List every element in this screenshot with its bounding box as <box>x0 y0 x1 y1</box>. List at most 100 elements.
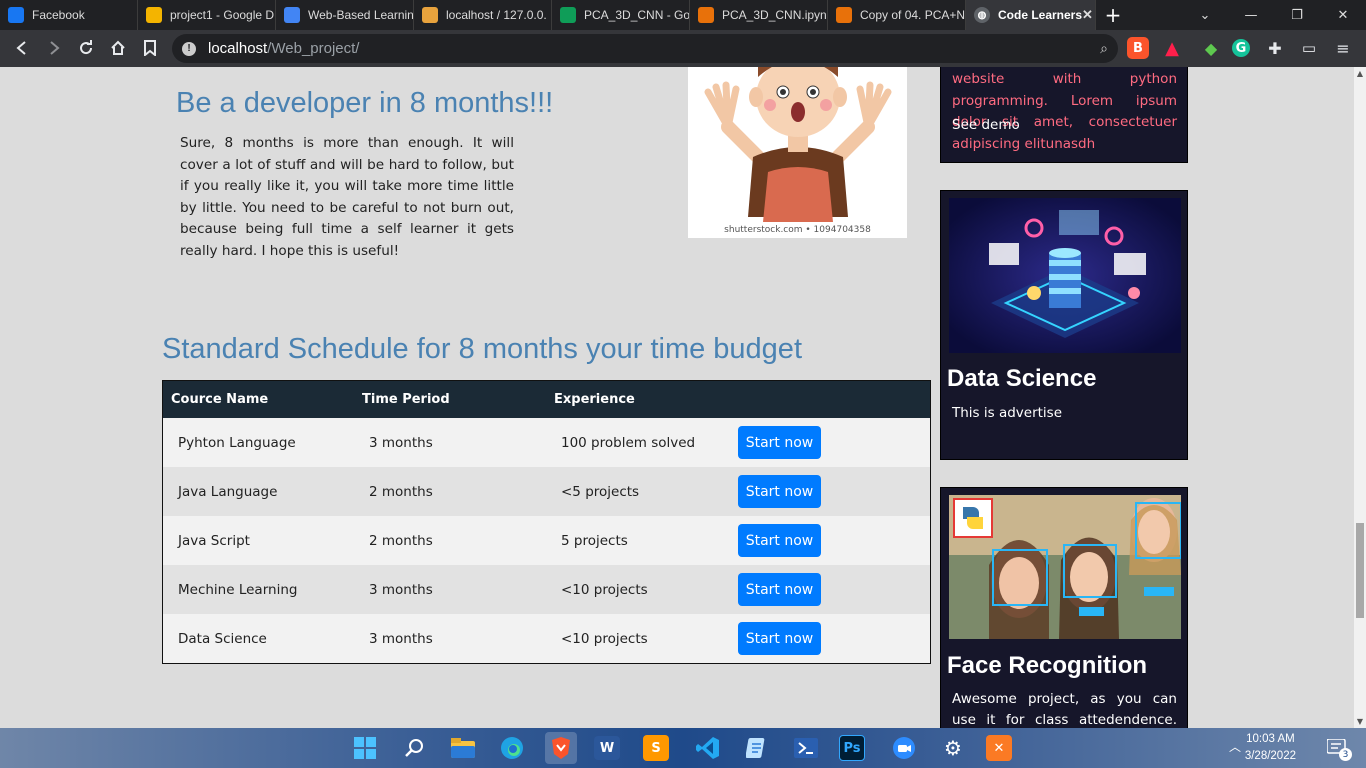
experience-cell: <10 projects <box>561 630 648 647</box>
close-window-button[interactable]: ✕ <box>1320 0 1366 30</box>
course-cell: Pyhton Language <box>178 434 296 451</box>
scroll-down-icon[interactable]: ▼ <box>1354 717 1366 726</box>
browser-tab-strip: Facebook project1 - Google D Web-Based Lea… <box>0 0 1366 30</box>
scroll-up-icon[interactable]: ▲ <box>1354 69 1366 78</box>
tab-active[interactable]: ◍ Code Learners ✕ <box>966 0 1096 30</box>
home-icon <box>111 40 125 55</box>
site-info-icon[interactable]: ! <box>182 41 196 56</box>
extensions-puzzle-icon[interactable]: ✚ <box>1264 37 1286 59</box>
powershell-icon[interactable] <box>790 732 822 764</box>
reload-button[interactable] <box>70 32 102 64</box>
experience-cell: 5 projects <box>561 532 628 549</box>
card-body: Awesome project, as you can use it for c… <box>952 691 1177 728</box>
forward-button[interactable] <box>38 32 70 64</box>
zoom-icon[interactable]: ⌕ <box>1100 40 1108 57</box>
start-now-button[interactable]: Start now <box>738 426 821 459</box>
data-science-illustration <box>949 198 1181 353</box>
sublime-text-icon[interactable]: S <box>643 735 669 761</box>
clock-date: 3/28/2022 <box>1244 750 1296 762</box>
back-button[interactable] <box>6 32 38 64</box>
tab-2[interactable]: Web-Based Learnin <box>276 0 414 30</box>
file-explorer-icon[interactable] <box>447 732 479 764</box>
start-now-button[interactable]: Start now <box>738 475 821 508</box>
course-cell: Mechine Learning <box>178 581 298 598</box>
project-card-python: website with python programming. Lorem i… <box>940 67 1188 163</box>
brave-browser-icon[interactable] <box>545 732 577 764</box>
reload-icon <box>80 40 93 55</box>
system-clock[interactable]: 10:03 AM 3/28/2022 <box>1245 731 1296 765</box>
card-data-science: Data Science This is advertise <box>940 190 1188 460</box>
see-demo-link[interactable]: See demo <box>952 117 1020 133</box>
course-cell: Data Science <box>178 630 267 647</box>
close-tab-icon[interactable]: ✕ <box>1082 7 1093 23</box>
page-scrollbar[interactable]: ▲ ▼ <box>1354 67 1366 728</box>
vscode-icon[interactable] <box>692 732 724 764</box>
colab-icon <box>836 7 852 23</box>
globe-icon: ◍ <box>974 7 990 23</box>
tab-search-icon[interactable]: ⌄ <box>1182 0 1228 30</box>
address-bar[interactable]: ! localhost/Web_project/ ⌕ <box>172 34 1118 63</box>
tab-4[interactable]: PCA_3D_CNN - Go <box>552 0 690 30</box>
notification-icon[interactable]: 3 <box>1326 737 1352 761</box>
photoshop-icon[interactable]: Ps <box>839 735 865 761</box>
brave-shields-icon[interactable]: B <box>1127 37 1149 59</box>
tab-label: project1 - Google D <box>170 8 275 22</box>
hero-paragraph: Sure, 8 months is more than enough. It w… <box>180 135 514 259</box>
tab-1[interactable]: project1 - Google D <box>138 0 276 30</box>
windows-taskbar: W S Ps ⚙ ✕ ︿ 10:03 AM 3/28/2022 3 <box>0 728 1366 768</box>
xampp-icon[interactable]: ✕ <box>986 735 1012 761</box>
schedule-table: Cource Name Time Period Experience Pyhto… <box>162 380 931 664</box>
edge-icon[interactable] <box>496 732 528 764</box>
word-icon[interactable]: W <box>594 736 620 760</box>
zoom-app-icon[interactable] <box>888 732 920 764</box>
card-title: Face Recognition <box>947 652 1148 679</box>
tab-0[interactable]: Facebook <box>0 0 138 30</box>
table-body: Pyhton Language 3 months 100 problem solve… <box>163 418 930 663</box>
system-tray-chevron-icon[interactable]: ︿ <box>1229 738 1241 755</box>
settings-gear-icon[interactable]: ⚙ <box>937 732 969 764</box>
tab-6[interactable]: Copy of 04. PCA+N <box>828 0 966 30</box>
table-row: Mechine Learning 3 months <10 projects Star… <box>163 565 930 614</box>
start-icon[interactable] <box>349 732 381 764</box>
browser-toolbar: ! localhost/Web_project/ ⌕ B ▲ ◆ G ✚ ▭ ≡ <box>0 30 1366 67</box>
cartoon-kid-illustration <box>688 67 907 227</box>
experience-cell: 100 problem solved <box>561 434 696 451</box>
start-now-button[interactable]: Start now <box>738 524 821 557</box>
extension-leaf-icon[interactable]: ◆ <box>1200 37 1222 59</box>
course-cell: Java Language <box>178 483 278 500</box>
tab-5[interactable]: PCA_3D_CNN.ipynb <box>690 0 828 30</box>
new-tab-button[interactable]: + <box>1096 3 1130 27</box>
restore-button[interactable]: ❐ <box>1274 0 1320 30</box>
facebook-icon <box>8 7 24 23</box>
header-course: Cource Name <box>171 392 269 407</box>
header-experience: Experience <box>554 392 635 407</box>
tab-label: Web-Based Learnin <box>308 8 414 22</box>
card-body: This is advertise <box>952 405 1063 421</box>
scrollbar-thumb[interactable] <box>1356 523 1364 618</box>
start-now-button[interactable]: Start now <box>738 573 821 606</box>
window-controls: ⌄ — ❐ ✕ <box>1182 0 1366 30</box>
data-science-image <box>949 198 1181 353</box>
hero-title: Be a developer in 8 months!!! <box>176 87 554 119</box>
tab-3[interactable]: localhost / 127.0.0. <box>414 0 552 30</box>
wallet-icon[interactable]: ▭ <box>1298 37 1320 59</box>
table-header: Cource Name Time Period Experience <box>163 381 930 418</box>
table-row: Java Language 2 months <5 projects Start no… <box>163 467 930 516</box>
back-arrow-icon <box>16 41 26 55</box>
bookmark-icon <box>144 40 156 56</box>
table-row: Data Science 3 months <10 projects Start no… <box>163 614 930 663</box>
minimize-button[interactable]: — <box>1228 0 1274 30</box>
cartoon-kid-image: shutterstock.com • 1094704358 <box>688 67 907 238</box>
home-button[interactable] <box>102 32 134 64</box>
bookmark-button[interactable] <box>134 32 166 64</box>
brave-rewards-icon[interactable]: ▲ <box>1161 37 1183 59</box>
start-now-button[interactable]: Start now <box>738 622 821 655</box>
notepad-icon[interactable] <box>741 732 773 764</box>
tab-label: Copy of 04. PCA+N <box>860 8 966 22</box>
menu-icon[interactable]: ≡ <box>1332 37 1354 59</box>
google-drive-icon <box>146 7 162 23</box>
grammarly-icon[interactable]: G <box>1232 39 1250 57</box>
search-icon[interactable] <box>398 732 430 764</box>
header-period: Time Period <box>362 392 450 407</box>
url-path: /Web_project/ <box>267 40 360 57</box>
